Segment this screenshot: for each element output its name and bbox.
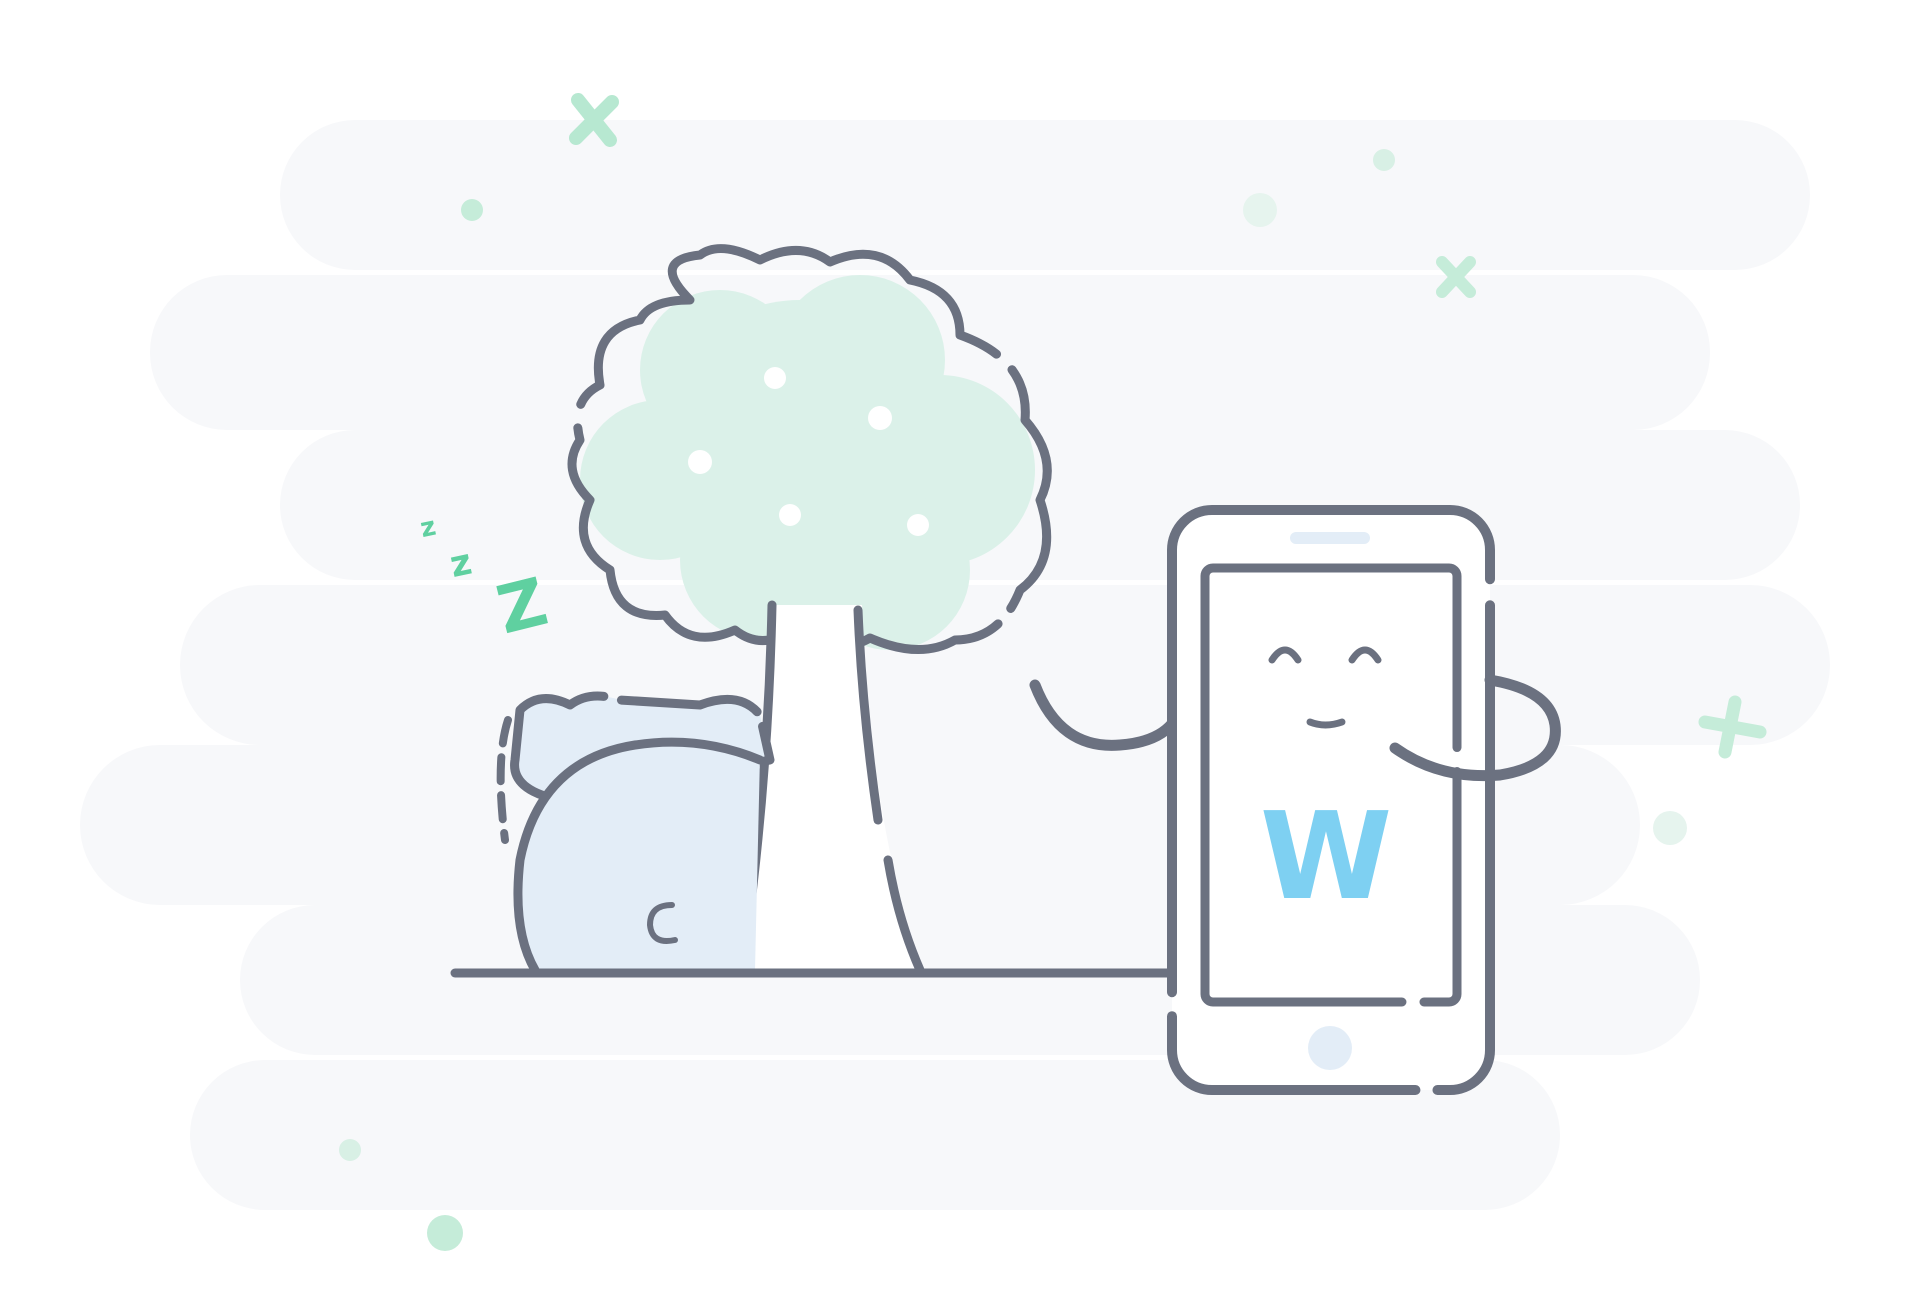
empty-state-illustration: z z Z W xyxy=(0,0,1920,1289)
background-clouds xyxy=(80,120,1830,1210)
foliage-dot xyxy=(779,504,801,526)
sparkle-dot-icon xyxy=(1373,149,1395,171)
sparkle-dot-icon xyxy=(1243,193,1277,227)
sparkle-dot-icon xyxy=(1653,811,1687,845)
phone-screen xyxy=(1200,563,1462,1007)
phone-mouth xyxy=(1306,718,1346,729)
sparkle-dot-icon xyxy=(339,1139,361,1161)
phone-speaker xyxy=(1290,532,1370,544)
foliage-dot xyxy=(764,367,786,389)
cloud-band xyxy=(280,120,1810,270)
phone-logo-letter: W xyxy=(1260,788,1392,927)
sleeping-character xyxy=(496,691,775,975)
phone-home-button-icon xyxy=(1308,1026,1352,1070)
foliage-dot xyxy=(868,406,892,430)
cloud-band xyxy=(180,585,1830,745)
foliage-dot xyxy=(907,514,929,536)
foliage-dot xyxy=(688,450,712,474)
sparkle-dot-icon xyxy=(427,1215,463,1251)
sparkle-dot-icon xyxy=(461,199,483,221)
illustration-canvas: z z Z W xyxy=(80,93,1830,1251)
